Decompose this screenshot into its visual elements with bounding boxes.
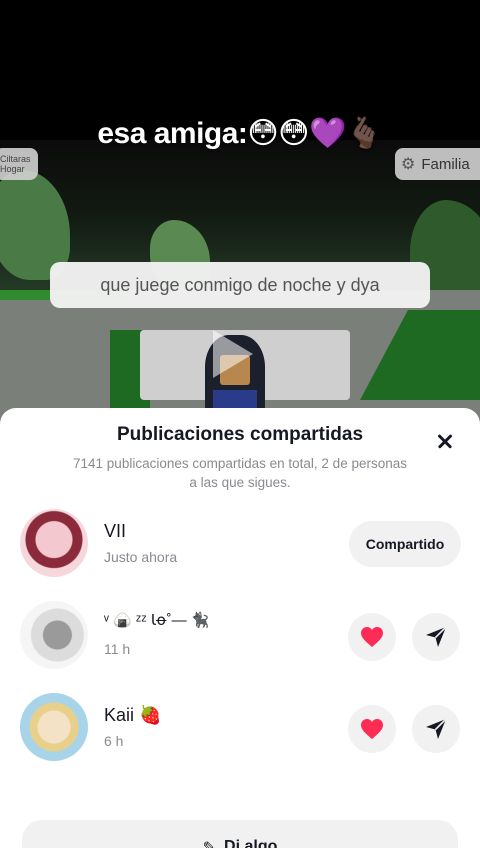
shared-button[interactable]: Compartido — [349, 521, 461, 567]
location-chip-left: Ciltaras Hogar — [0, 148, 38, 180]
send-icon — [426, 718, 447, 739]
pencil-icon: ✎ — [203, 838, 216, 848]
send-button[interactable] — [412, 705, 460, 753]
location-chip-left-label: Ciltaras Hogar — [0, 154, 31, 174]
video-player[interactable]: Ciltaras Hogar ⚙ Familia esa amiga:😳😳💜🫰🏿… — [0, 0, 480, 440]
location-chip-right-label: Familia — [421, 155, 470, 173]
close-icon[interactable] — [430, 426, 460, 456]
video-caption: esa amiga:😳😳💜🫰🏿 — [97, 117, 383, 150]
send-button[interactable] — [412, 613, 460, 661]
heart-icon — [361, 627, 383, 647]
like-button[interactable] — [348, 705, 396, 753]
avatar[interactable] — [20, 601, 88, 669]
share-time: 11 h — [104, 641, 131, 657]
share-time: 6 h — [104, 733, 124, 749]
avatar[interactable] — [20, 693, 88, 761]
chat-bubble: que juege conmigo de noche y dya — [50, 262, 430, 308]
sheet-title: Publicaciones compartidas — [116, 424, 364, 445]
shares-sheet: Publicaciones compartidas 7141 publicaci… — [0, 408, 480, 848]
comment-label: Di algo — [224, 838, 278, 848]
user-name[interactable]: VII — [104, 521, 126, 542]
share-time: Justo ahora — [104, 549, 178, 565]
list-item[interactable]: ᵛ 🍙 ᶻᶻ Ꙇꝋ˚— 🐈‍⬛ 11 h — [0, 601, 480, 673]
play-icon[interactable] — [213, 330, 253, 378]
list-item[interactable]: Kaii 🍓 6 h — [0, 693, 480, 765]
comment-input[interactable]: ✎ Di algo — [22, 820, 458, 848]
send-icon — [426, 626, 447, 647]
like-button[interactable] — [348, 613, 396, 661]
user-name[interactable]: ᵛ 🍙 ᶻᶻ Ꙇꝋ˚— 🐈‍⬛ — [104, 611, 209, 629]
location-chip-right: ⚙ Familia — [395, 148, 480, 180]
gear-icon: ⚙ — [401, 156, 416, 173]
heart-icon — [361, 719, 383, 739]
sheet-subtitle: 7141 publicaciones compartidas en total,… — [73, 456, 407, 490]
user-name[interactable]: Kaii 🍓 — [104, 705, 161, 726]
avatar[interactable] — [20, 509, 88, 577]
list-item[interactable]: VII Justo ahora Compartido — [0, 509, 480, 581]
